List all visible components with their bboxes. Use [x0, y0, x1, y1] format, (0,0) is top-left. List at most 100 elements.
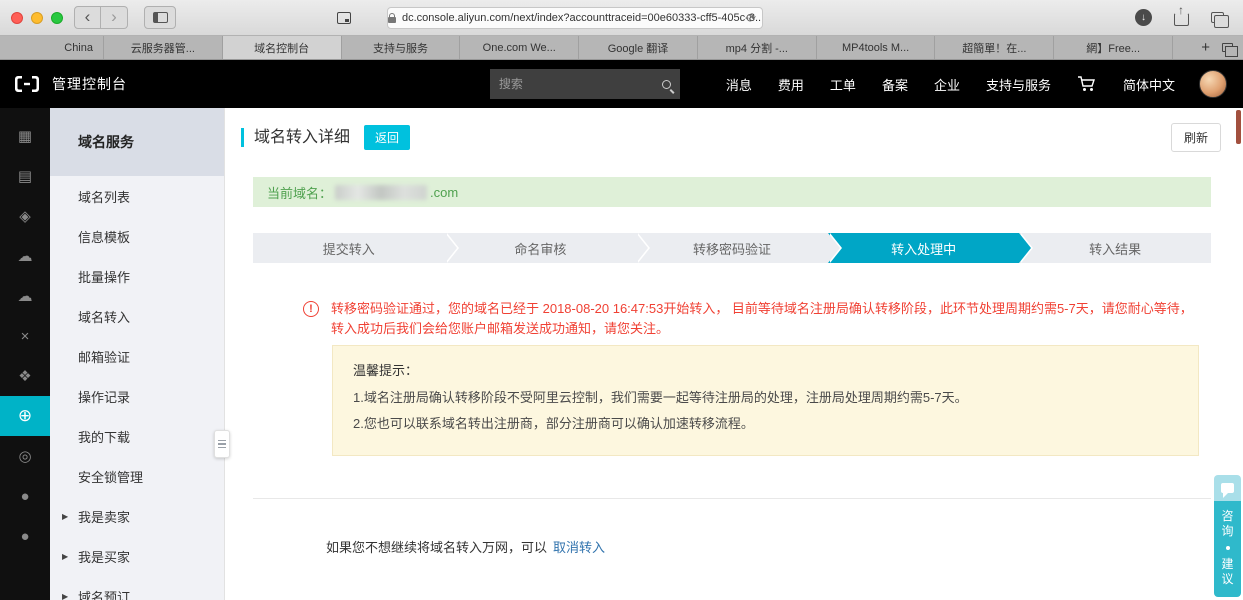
product-icon-rail: ▦ ▤ ◈ ☁ ☁ × ❖ ⊕ ◎ ● ● [0, 108, 50, 600]
product-dot-icon-2[interactable]: ● [0, 516, 50, 556]
cart-icon[interactable] [1077, 75, 1097, 93]
user-avatar[interactable] [1199, 70, 1227, 98]
nav-support[interactable]: 支持与服务 [986, 75, 1051, 94]
nav-billing[interactable]: 费用 [778, 75, 804, 94]
sidebar-item-domain-list[interactable]: 域名列表 [50, 176, 224, 216]
sidebar-item-operation-log[interactable]: 操作记录 [50, 376, 224, 416]
server-list-icon[interactable]: ▤ [0, 156, 50, 196]
browser-chrome: ‹ › dc.console.aliyun.com/next/index?acc… [0, 0, 1243, 36]
downloads-icon[interactable]: ↓ [1135, 8, 1152, 26]
back-button[interactable]: ‹ [74, 6, 101, 29]
nav-icp[interactable]: 备案 [882, 75, 908, 94]
tab-label: MP4tools M... [841, 41, 910, 54]
tips-title: 温馨提示： [353, 363, 419, 378]
cloud-sync-icon[interactable]: ☁ [0, 276, 50, 316]
record-icon[interactable]: ◎ [0, 436, 50, 476]
sidebar-item-domain-reserve[interactable]: ▶ 域名预订 [50, 576, 224, 600]
refresh-button[interactable]: 刷新 [1170, 123, 1221, 152]
minimize-window-button[interactable] [31, 12, 43, 24]
dot-divider [1225, 546, 1230, 550]
scrollbar-thumb[interactable] [1236, 110, 1241, 144]
expand-arrow-icon: ▶ [62, 551, 69, 561]
sidebar-toggle-button[interactable] [144, 6, 176, 29]
language-selector[interactable]: 简体中文 [1123, 75, 1175, 94]
reload-icon[interactable]: ⟳ [746, 11, 756, 25]
browser-tab[interactable]: Google 翻译 [579, 36, 698, 59]
forward-button[interactable]: › [101, 6, 128, 29]
browser-tab[interactable]: mp4 分割 -... [698, 36, 817, 59]
nodes-icon[interactable]: ❖ [0, 356, 50, 396]
search-icon[interactable] [661, 79, 671, 89]
frame-button[interactable] [328, 6, 360, 29]
feedback-widget[interactable]: 咨询 建议 [1214, 475, 1241, 597]
url-bar[interactable]: dc.console.aliyun.com/next/index?account… [387, 7, 763, 29]
window-controls [11, 12, 63, 24]
tab-label: 域名控制台 [254, 42, 310, 55]
cancel-transfer-link[interactable]: 取消转入 [553, 540, 605, 555]
expand-arrow-icon: ▶ [62, 591, 69, 600]
apps-grid-icon[interactable]: ▦ [0, 116, 50, 156]
product-dot-icon[interactable]: ● [0, 476, 50, 516]
sidebar-item-buyer[interactable]: ▶ 我是买家 [50, 536, 224, 576]
main-content: 域名转入详细 返回 刷新 当前域名： .com 提交转入 命名审核 转移密码验证… [225, 108, 1243, 600]
aliyun-logo[interactable] [14, 75, 40, 93]
browser-tab-active[interactable]: 域名控制台 [222, 36, 342, 59]
frame-icon [337, 11, 351, 24]
sidebar-item-email-verify[interactable]: 邮箱验证 [50, 336, 224, 376]
search-input[interactable] [498, 77, 662, 91]
nav-enterprise[interactable]: 企业 [934, 75, 960, 94]
share-icon[interactable] [1174, 3, 1189, 26]
sidebar-item-batch-ops[interactable]: 批量操作 [50, 256, 224, 296]
domain-label: 当前域名： [267, 185, 333, 201]
new-tab-button[interactable]: + [1201, 40, 1210, 55]
step-submit: 提交转入 [253, 233, 459, 263]
sidebar-title: 域名服务 [50, 108, 224, 176]
cancel-row: 如果您不想继续将域名转入万网，可以 取消转入 [253, 537, 1211, 556]
tab-label: mp4 分割 -... [725, 42, 788, 55]
step-processing-active: 转入处理中 [827, 233, 1033, 263]
cloud-icon[interactable]: ☁ [0, 236, 50, 276]
sidebar-collapse-handle[interactable] [214, 430, 230, 458]
url-text: dc.console.aliyun.com/next/index?account… [402, 12, 762, 24]
close-window-button[interactable] [11, 12, 23, 24]
sidebar-item-security-lock[interactable]: 安全锁管理 [50, 456, 224, 496]
suggest-label[interactable]: 建议 [1221, 557, 1235, 587]
step-password-verify: 转移密码验证 [636, 233, 842, 263]
browser-tab[interactable]: One.com We... [460, 36, 580, 59]
tab-bar: China 云服务器管... 域名控制台 支持与服务 One.com We...… [0, 36, 1243, 60]
sidebar-item-info-template[interactable]: 信息模板 [50, 216, 224, 256]
cancel-prefix-text: 如果您不想继续将域名转入万网，可以 [326, 540, 548, 555]
tab-grid-icon[interactable] [1222, 43, 1239, 57]
browser-tab[interactable]: 網】Free... [1054, 36, 1174, 59]
search-box[interactable] [489, 69, 680, 99]
warning-text: 转移密码验证通过，您的域名已经于 2018-08-20 16:47:53开始转入… [331, 301, 1193, 336]
browser-tab[interactable]: 云服务器管... [104, 36, 223, 59]
tips-line: 2.您也可以联系域名转出注册商，部分注册商可以确认加速转移流程。 [353, 416, 754, 431]
transfer-status-warning: ! 转移密码验证通过，您的域名已经于 2018-08-20 16:47:53开始… [303, 299, 1211, 339]
tab-overview-icon[interactable] [1211, 11, 1229, 28]
nav-tickets[interactable]: 工单 [830, 75, 856, 94]
tab-label: 支持与服务 [372, 42, 428, 55]
sidebar-item-domain-transfer-in[interactable]: 域名转入 [50, 296, 224, 336]
globe-icon[interactable]: ⊕ [0, 396, 50, 436]
tab-label: One.com We... [482, 41, 556, 54]
browser-tab[interactable]: China [0, 36, 104, 59]
back-to-list-button[interactable]: 返回 [364, 125, 411, 150]
domain-redacted [335, 184, 428, 200]
browser-tab[interactable]: 超簡單！在... [935, 36, 1055, 59]
zoom-window-button[interactable] [51, 12, 63, 24]
scissors-icon[interactable]: × [0, 316, 50, 356]
chat-bubble-icon[interactable] [1214, 475, 1241, 501]
browser-tab[interactable]: 支持与服务 [342, 36, 461, 59]
exclamation-icon: ! [303, 301, 319, 317]
sidebar-item-seller[interactable]: ▶ 我是卖家 [50, 496, 224, 536]
sidebar-icon [152, 12, 168, 23]
tab-label: 網】Free... [1086, 42, 1141, 55]
browser-tab[interactable]: MP4tools M... [817, 36, 936, 59]
tab-label: 超簡單！在... [962, 42, 1027, 55]
gift-icon[interactable]: ◈ [0, 196, 50, 236]
nav-messages[interactable]: 消息 [726, 75, 752, 94]
console-header: 管理控制台 消息 费用 工单 备案 企业 支持与服务 简体中文 [0, 60, 1243, 108]
consult-label[interactable]: 咨询 [1221, 509, 1235, 539]
sidebar-item-my-downloads[interactable]: 我的下载 [50, 416, 224, 456]
